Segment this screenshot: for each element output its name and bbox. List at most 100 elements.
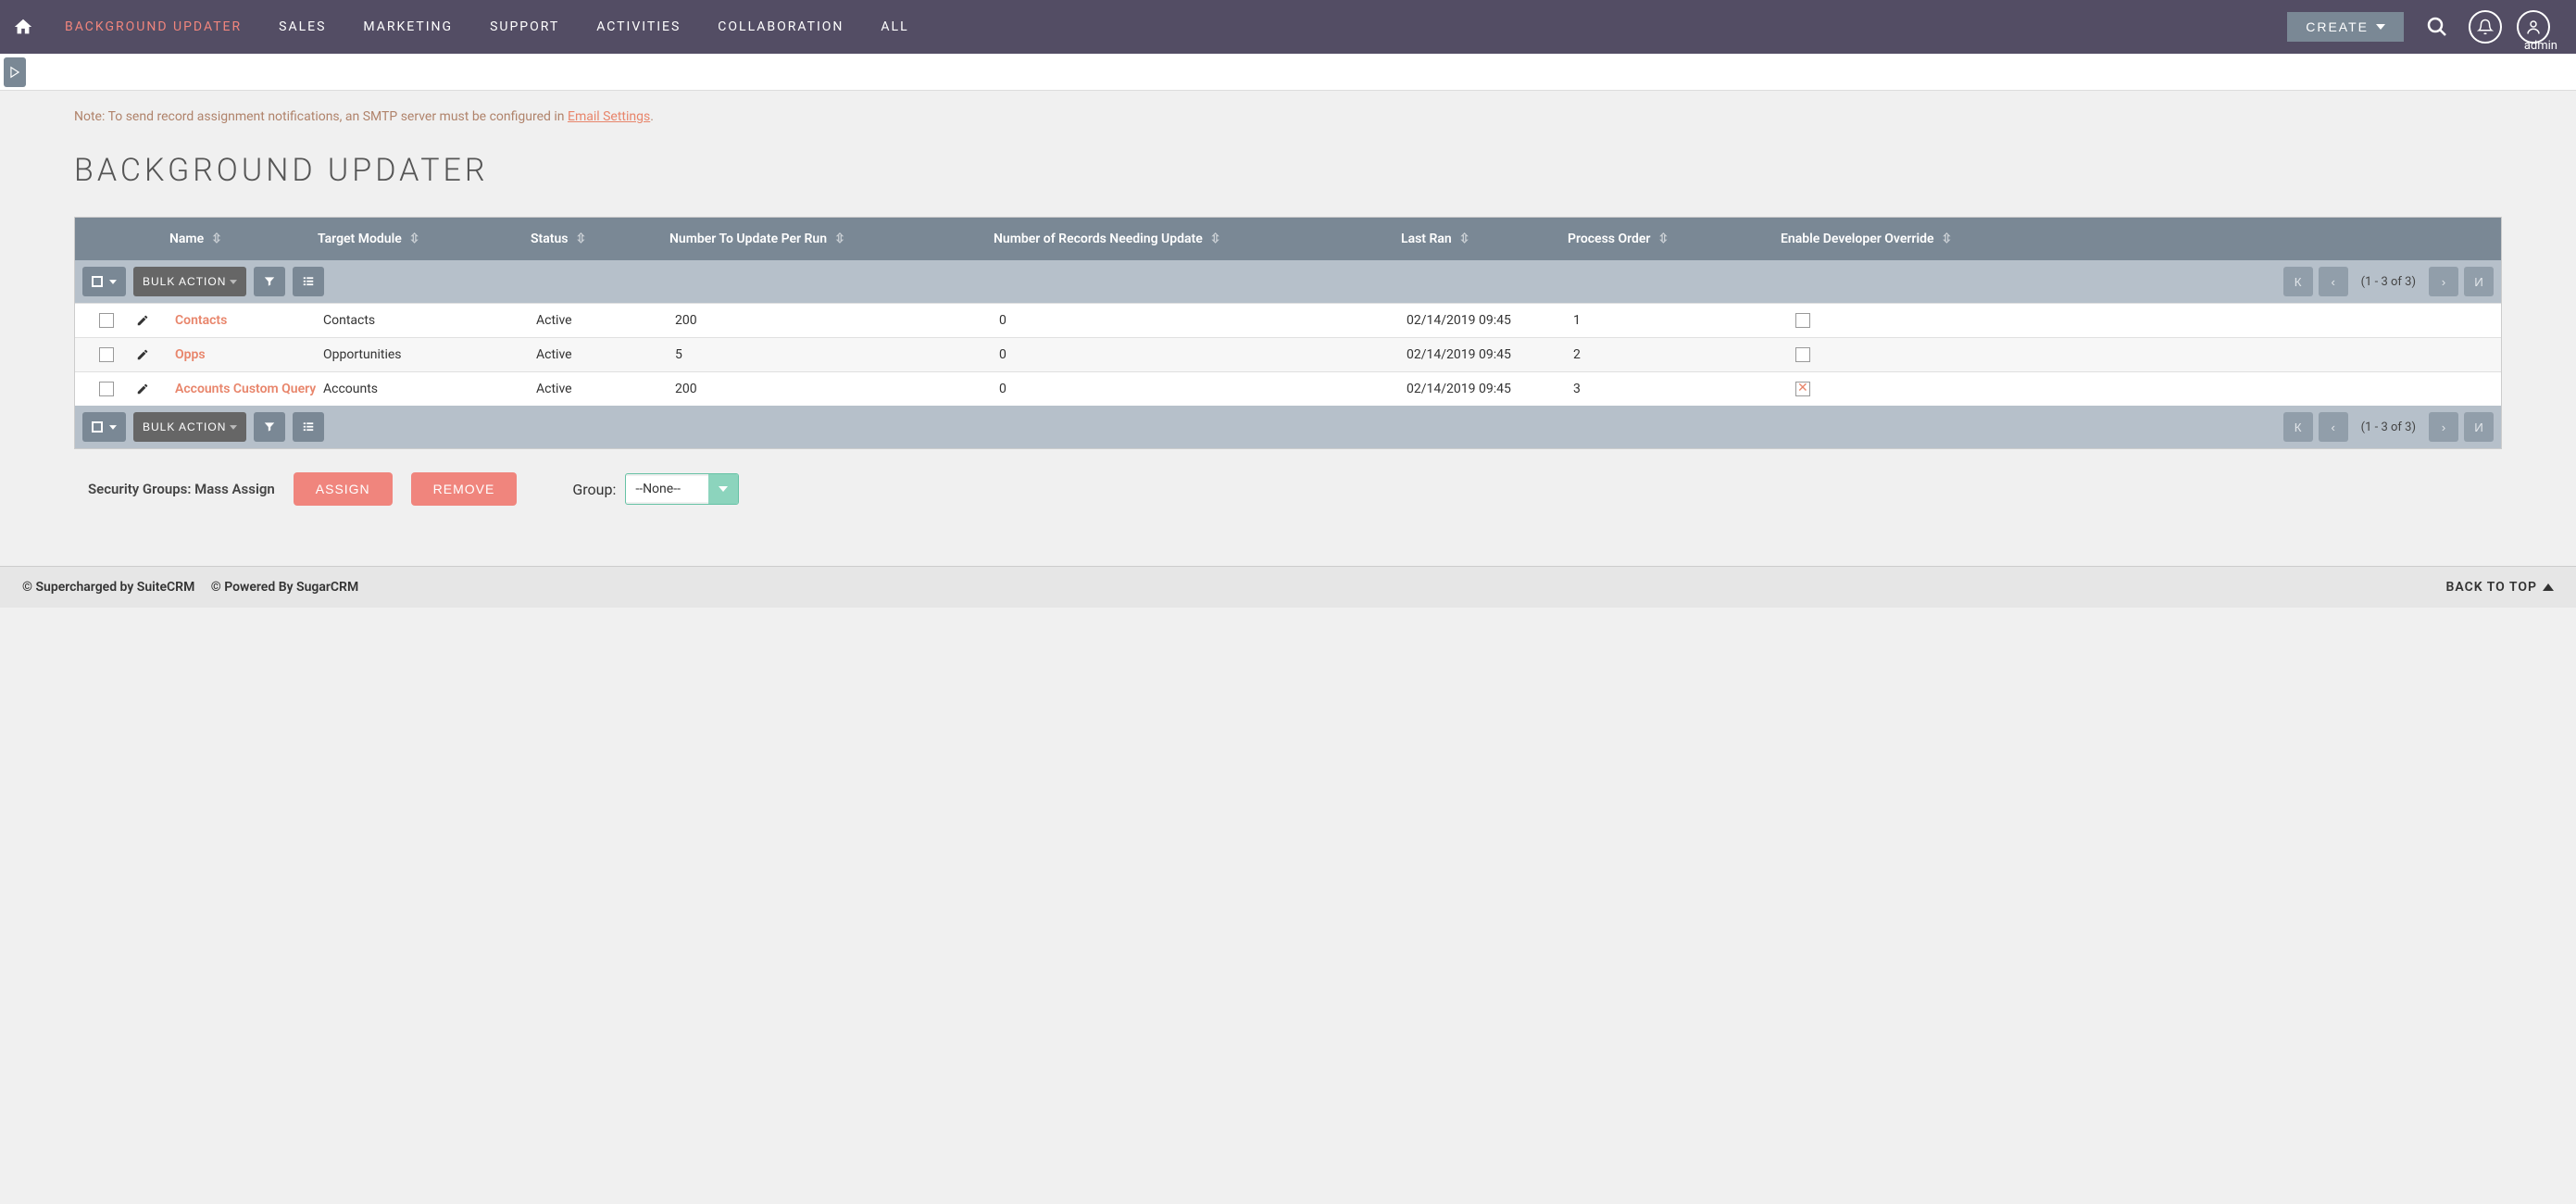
row-name-link[interactable]: Opps xyxy=(175,347,206,362)
nav-sales[interactable]: SALES xyxy=(260,0,344,54)
quick-play-icon[interactable] xyxy=(4,57,26,87)
home-icon[interactable] xyxy=(0,0,46,54)
th-status[interactable]: Status xyxy=(531,232,568,246)
create-button[interactable]: CREATE xyxy=(2287,12,2404,42)
page-next-icon[interactable]: › xyxy=(2429,412,2458,442)
notifications-icon[interactable] xyxy=(2469,10,2502,44)
row-needing: 0 xyxy=(999,382,1407,396)
page-prev-icon[interactable]: ‹ xyxy=(2319,412,2348,442)
remove-button[interactable]: REMOVE xyxy=(411,472,518,506)
table-row: Accounts Custom QueryAccountsActive20000… xyxy=(75,371,2501,406)
user-label[interactable]: admin xyxy=(2524,39,2557,53)
back-to-top-button[interactable]: BACK TO TOP xyxy=(2445,580,2554,595)
filter-icon[interactable] xyxy=(254,412,285,442)
th-target[interactable]: Target Module xyxy=(318,232,402,246)
row-name-link[interactable]: Contacts xyxy=(175,313,227,328)
sort-icon[interactable]: ⇳ xyxy=(211,232,222,246)
select-toggle-button[interactable] xyxy=(82,412,126,442)
sort-icon[interactable]: ⇳ xyxy=(1459,232,1470,246)
nav-all[interactable]: ALL xyxy=(862,0,927,54)
table-row: ContactsContactsActive200002/14/2019 09:… xyxy=(75,303,2501,337)
note-link[interactable]: Email Settings xyxy=(568,109,650,124)
select-toggle-button[interactable] xyxy=(82,267,126,296)
nav-background-updater[interactable]: BACKGROUND UPDATER xyxy=(46,0,260,54)
caret-down-icon xyxy=(2376,24,2385,30)
row-needing: 0 xyxy=(999,313,1407,328)
pagination: К ‹ (1 - 3 of 3) › И xyxy=(2283,412,2494,442)
columns-icon[interactable] xyxy=(293,267,324,296)
page-first-icon[interactable]: К xyxy=(2283,267,2313,296)
create-button-label: CREATE xyxy=(2306,19,2369,34)
top-nav: BACKGROUND UPDATER SALES MARKETING SUPPO… xyxy=(0,0,2576,54)
footer-powered: © Powered By SugarCRM xyxy=(211,580,358,595)
nav-activities[interactable]: ACTIVITIES xyxy=(578,0,699,54)
config-note: Note: To send record assignment notifica… xyxy=(74,109,2502,124)
row-override-checkbox[interactable] xyxy=(1795,313,1810,328)
search-icon[interactable] xyxy=(2420,10,2454,44)
content: Note: To send record assignment notifica… xyxy=(0,91,2576,566)
th-enable[interactable]: Enable Developer Override xyxy=(1781,232,1934,246)
caret-down-icon xyxy=(708,474,738,504)
data-table: Name ⇳ Target Module ⇳ Status ⇳ Number To U… xyxy=(74,217,2502,449)
row-override-checkbox[interactable] xyxy=(1795,347,1810,362)
row-target: Accounts xyxy=(323,382,536,396)
page-title: BACKGROUND UPDATER xyxy=(74,152,2502,189)
nav-marketing[interactable]: MARKETING xyxy=(344,0,471,54)
row-checkbox[interactable] xyxy=(99,382,114,396)
mass-assign-section: Security Groups: Mass Assign ASSIGN REMO… xyxy=(74,449,2502,529)
sort-icon[interactable]: ⇳ xyxy=(409,232,420,246)
sort-icon[interactable]: ⇳ xyxy=(1657,232,1669,246)
row-last-ran: 02/14/2019 09:45 xyxy=(1407,347,1573,362)
table-header: Name ⇳ Target Module ⇳ Status ⇳ Number To U… xyxy=(75,218,2501,260)
group-select-value: --None-- xyxy=(626,476,708,502)
nav-right: CREATE admin xyxy=(2287,0,2576,54)
page-next-icon[interactable]: › xyxy=(2429,267,2458,296)
action-bar-bottom: BULK ACTION К ‹ (1 - 3 of 3) › И xyxy=(75,406,2501,448)
sort-icon[interactable]: ⇳ xyxy=(1210,232,1221,246)
nav-support[interactable]: SUPPORT xyxy=(471,0,578,54)
note-suffix: . xyxy=(650,109,654,124)
page-last-icon[interactable]: И xyxy=(2464,267,2494,296)
row-process: 3 xyxy=(1573,382,1786,396)
nav-collaboration[interactable]: COLLABORATION xyxy=(699,0,862,54)
page-last-icon[interactable]: И xyxy=(2464,412,2494,442)
row-process: 2 xyxy=(1573,347,1786,362)
row-checkbox[interactable] xyxy=(99,347,114,362)
page-prev-icon[interactable]: ‹ xyxy=(2319,267,2348,296)
pagination: К ‹ (1 - 3 of 3) › И xyxy=(2283,267,2494,296)
page-range: (1 - 3 of 3) xyxy=(2361,420,2416,434)
caret-up-icon xyxy=(2543,583,2554,591)
page-range: (1 - 3 of 3) xyxy=(2361,275,2416,289)
row-status: Active xyxy=(536,313,675,328)
page-first-icon[interactable]: К xyxy=(2283,412,2313,442)
bulk-action-button[interactable]: BULK ACTION xyxy=(133,412,246,442)
footer: © Supercharged by SuiteCRM © Powered By … xyxy=(0,566,2576,608)
th-numupdate[interactable]: Number To Update Per Run xyxy=(669,232,827,246)
th-name[interactable]: Name xyxy=(169,232,204,246)
footer-supercharged: © Supercharged by SuiteCRM xyxy=(22,580,194,595)
group-select[interactable]: --None-- xyxy=(625,473,739,505)
bulk-action-button[interactable]: BULK ACTION xyxy=(133,267,246,296)
action-bar-top: BULK ACTION К ‹ (1 - 3 of 3) › И xyxy=(75,260,2501,303)
columns-icon[interactable] xyxy=(293,412,324,442)
sort-icon[interactable]: ⇳ xyxy=(1942,232,1953,246)
edit-icon[interactable] xyxy=(136,314,168,327)
filter-icon[interactable] xyxy=(254,267,285,296)
table-row: OppsOpportunitiesActive5002/14/2019 09:4… xyxy=(75,337,2501,371)
assign-button[interactable]: ASSIGN xyxy=(294,472,393,506)
edit-icon[interactable] xyxy=(136,348,168,361)
sort-icon[interactable]: ⇳ xyxy=(575,232,586,246)
edit-icon[interactable] xyxy=(136,383,168,395)
row-num-update: 5 xyxy=(675,347,999,362)
th-lastran[interactable]: Last Ran xyxy=(1401,232,1452,246)
group-label: Group: xyxy=(572,481,616,498)
row-name-link[interactable]: Accounts Custom Query xyxy=(175,382,316,396)
row-checkbox[interactable] xyxy=(99,313,114,328)
row-override-checkbox[interactable] xyxy=(1795,382,1810,396)
row-process: 1 xyxy=(1573,313,1786,328)
row-last-ran: 02/14/2019 09:45 xyxy=(1407,313,1573,328)
th-process[interactable]: Process Order xyxy=(1568,232,1650,246)
th-needing[interactable]: Number of Records Needing Update xyxy=(994,232,1203,246)
sort-icon[interactable]: ⇳ xyxy=(834,232,845,246)
quick-bar xyxy=(0,54,2576,91)
